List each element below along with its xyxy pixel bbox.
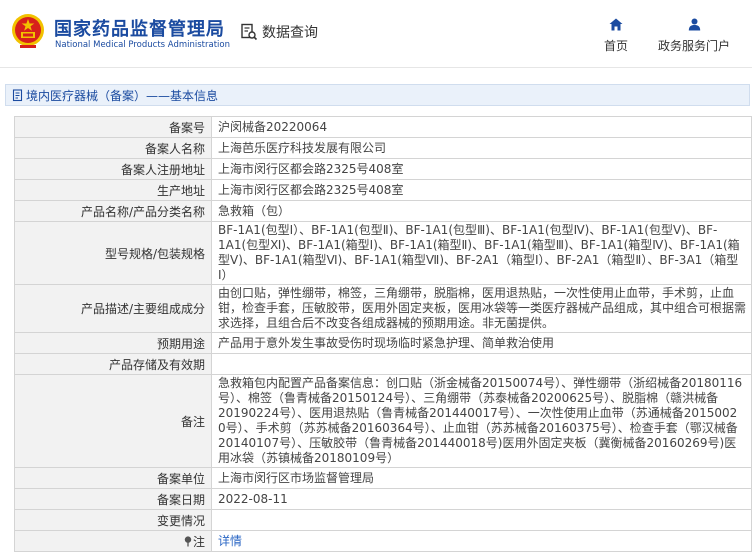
table-row: 产品名称/产品分类名称 急救箱（包） (14, 200, 752, 222)
field-label: 产品存储及有效期 (14, 353, 212, 375)
field-label: 备案人注册地址 (14, 158, 212, 180)
table-row: 产品描述/主要组成成分 由创口贴，弹性绷带，棉签，三角绷带，脱脂棉，医用退热贴，… (14, 284, 752, 333)
detail-link[interactable]: 详情 (218, 534, 242, 548)
field-label: 变更情况 (14, 509, 212, 531)
field-label: 备案日期 (14, 488, 212, 510)
table-row: 备案日期 2022-08-11 (14, 488, 752, 510)
field-value (211, 353, 752, 375)
field-label: 预期用途 (14, 332, 212, 354)
table-row-note: 注 详情 (14, 530, 752, 552)
table-row: 备案人名称 上海芭乐医疗科技发展有限公司 (14, 137, 752, 159)
table-row: 生产地址 上海市闵行区都会路2325号408室 (14, 179, 752, 201)
note-value: 详情 (211, 530, 752, 552)
field-value: 由创口贴，弹性绷带，棉签，三角绷带，脱脂棉，医用退热贴，一次性使用止血带，手术剪… (211, 284, 752, 333)
field-label: 备案号 (14, 116, 212, 138)
nav-gov-portal-label: 政务服务门户 (657, 39, 730, 53)
field-value: BF-1A1(包型Ⅰ）、BF-1A1(包型Ⅱ)、BF-1A1(包型Ⅲ)、BF-1… (211, 221, 752, 285)
table-row: 备案号 沪闵械备20220064 (14, 116, 752, 138)
field-label: 备案单位 (14, 467, 212, 489)
field-label: 生产地址 (14, 179, 212, 201)
field-value: 上海芭乐医疗科技发展有限公司 (211, 137, 752, 159)
nav-gov-portal[interactable]: 政务服务门户 (652, 18, 736, 54)
field-label: 产品名称/产品分类名称 (14, 200, 212, 222)
breadcrumb: 境内医疗器械（备案）——基本信息 (5, 84, 750, 106)
field-value: 急救箱（包） (211, 200, 752, 222)
table-row: 备案人注册地址 上海市闵行区都会路2325号408室 (14, 158, 752, 180)
field-label: 型号规格/包装规格 (14, 221, 212, 285)
nav-home[interactable]: 首页 (596, 18, 636, 54)
user-icon (688, 18, 700, 31)
breadcrumb-text: 境内医疗器械（备案）——基本信息 (26, 88, 219, 103)
data-query-link[interactable]: 数据查询 (240, 22, 318, 42)
table-row: 型号规格/包装规格 BF-1A1(包型Ⅰ）、BF-1A1(包型Ⅱ)、BF-1A1… (14, 221, 752, 285)
table-row: 产品存储及有效期 (14, 353, 752, 375)
data-query-icon (241, 23, 258, 41)
org-name-en[interactable]: National Medical Products Administration (55, 40, 230, 50)
document-icon (12, 88, 23, 101)
field-value (211, 509, 752, 531)
home-icon (609, 18, 623, 31)
data-query-label: 数据查询 (262, 25, 318, 41)
note-label: 注 (184, 533, 205, 550)
nav-home-label: 首页 (603, 39, 628, 53)
field-value: 沪闵械备20220064 (211, 116, 752, 138)
note-label-text: 注 (192, 534, 205, 549)
field-label: 产品描述/主要组成成分 (14, 284, 212, 333)
note-label-cell: 注 (14, 530, 212, 552)
pin-icon (184, 535, 192, 546)
field-value: 上海市闵行区市场监督管理局 (211, 467, 752, 489)
table-row: 备注 急救箱包内配置产品备案信息：创口贴（浙金械备20150074号）、弹性绷带… (14, 374, 752, 468)
field-label: 备注 (14, 374, 212, 468)
record-table: 备案号 沪闵械备20220064 备案人名称 上海芭乐医疗科技发展有限公司 备案… (14, 116, 752, 552)
field-value: 急救箱包内配置产品备案信息：创口贴（浙金械备20150074号）、弹性绷带（浙绍… (211, 374, 752, 468)
table-row: 备案单位 上海市闵行区市场监督管理局 (14, 467, 752, 489)
org-name-cn[interactable]: 国家药品监督管理局 (54, 15, 225, 41)
national-emblem-icon[interactable] (11, 12, 45, 50)
field-value: 2022-08-11 (211, 488, 752, 510)
field-value: 上海市闵行区都会路2325号408室 (211, 158, 752, 180)
field-value: 上海市闵行区都会路2325号408室 (211, 179, 752, 201)
table-row: 变更情况 (14, 509, 752, 531)
site-header: 国家药品监督管理局 National Medical Products Admi… (0, 0, 752, 68)
field-label: 备案人名称 (14, 137, 212, 159)
field-value: 产品用于意外发生事故受伤时现场临时紧急护理、简单救治使用 (211, 332, 752, 354)
table-row: 预期用途 产品用于意外发生事故受伤时现场临时紧急护理、简单救治使用 (14, 332, 752, 354)
